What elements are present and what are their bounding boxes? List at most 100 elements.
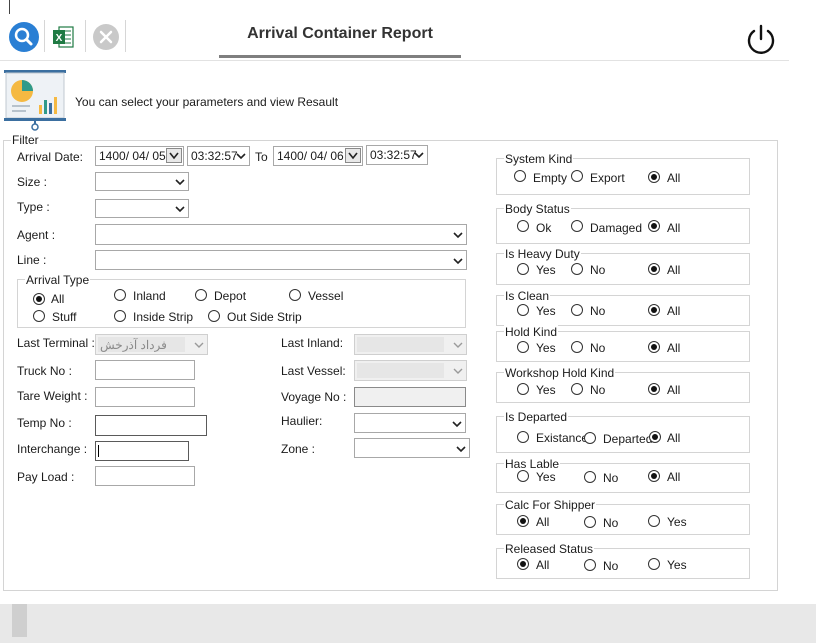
released-status-yes-radio[interactable] (648, 558, 660, 570)
is-departed-existance-label: Existance (536, 431, 589, 445)
arrival-type-inland-radio[interactable] (114, 289, 126, 301)
date-to-dropdown[interactable] (345, 148, 361, 163)
arrival-type-all-label: All (51, 292, 65, 306)
right-margin (789, 0, 816, 604)
chevron-down-icon (453, 258, 463, 265)
is-heavy-duty-all-radio[interactable] (648, 263, 660, 275)
voyage-no-input[interactable] (354, 387, 466, 407)
released-status-all-label: All (536, 558, 550, 572)
zone-select[interactable] (354, 438, 470, 458)
last-terminal-select[interactable]: فرداد آذرخش (95, 334, 208, 355)
body-status-ok-radio[interactable] (517, 220, 529, 232)
search-button[interactable] (8, 21, 40, 53)
date-from-picker[interactable]: 1400/ 04/ 05 (95, 146, 184, 166)
line-select[interactable] (95, 250, 467, 270)
hold-kind-yes-radio[interactable] (517, 341, 529, 353)
chevron-down-icon (194, 342, 204, 348)
released-status-no-radio[interactable] (584, 559, 596, 571)
system-kind-empty-radio[interactable] (514, 170, 526, 182)
arrival-type-depot-radio[interactable] (195, 289, 207, 301)
is-heavy-duty-no-radio[interactable] (571, 263, 583, 275)
calc-for-shipper-yes-label: Yes (667, 515, 687, 529)
has-lable-no-radio[interactable] (584, 471, 596, 483)
arrival-type-out-side-strip-radio[interactable] (208, 310, 220, 322)
has-lable-all-radio[interactable] (648, 470, 660, 482)
arrival-type-vessel-radio[interactable] (289, 289, 301, 301)
export-excel-button[interactable]: X (49, 21, 81, 53)
calc-for-shipper-no-radio[interactable] (584, 516, 596, 528)
has-lable-all-label: All (667, 470, 681, 484)
temp-no-input[interactable] (95, 415, 207, 436)
arrival-type-stuff-radio[interactable] (33, 310, 45, 322)
hold-kind-all-radio[interactable] (648, 341, 660, 353)
calc-for-shipper-yes-radio[interactable] (648, 515, 660, 527)
is-clean-yes-radio[interactable] (517, 304, 529, 316)
is-clean-yes-label: Yes (536, 304, 556, 318)
last-vessel-select[interactable] (354, 360, 467, 381)
body-status-title: Body Status (504, 202, 571, 216)
chevron-down-icon (456, 446, 466, 453)
power-button[interactable] (744, 22, 778, 56)
body-status-all-label: All (667, 221, 681, 235)
power-icon (747, 24, 775, 54)
date-from-dropdown[interactable] (166, 148, 182, 163)
time-to-picker[interactable]: 03:32:57 (366, 145, 428, 165)
is-departed-title: Is Departed (504, 410, 569, 424)
tare-weight-input[interactable] (95, 387, 195, 407)
is-clean-all-radio[interactable] (648, 304, 660, 316)
haulier-select[interactable] (354, 413, 466, 433)
is-heavy-duty-yes-radio[interactable] (517, 263, 529, 275)
pay-load-label: Pay Load : (17, 470, 75, 484)
workshop-hold-kind-no-radio[interactable] (571, 383, 583, 395)
system-kind-all-radio[interactable] (648, 171, 660, 183)
close-button[interactable] (90, 21, 122, 53)
pay-load-input[interactable] (95, 466, 195, 486)
released-status-title: Released Status (504, 542, 595, 556)
type-select[interactable] (95, 199, 189, 218)
temp-no-label: Temp No : (17, 416, 72, 430)
time-from-picker[interactable]: 03:32:57 (187, 146, 250, 166)
is-departed-departed-radio[interactable] (584, 432, 596, 444)
chevron-down-icon (452, 421, 462, 428)
released-status-all-radio[interactable] (517, 558, 529, 570)
bottom-panel-handle[interactable] (12, 604, 27, 637)
truck-no-input[interactable] (95, 360, 195, 380)
workshop-hold-kind-all-radio[interactable] (648, 383, 660, 395)
system-kind-empty-label: Empty (533, 171, 568, 185)
arrival-date-label: Arrival Date: (17, 150, 84, 164)
calc-for-shipper-no-label: No (603, 516, 619, 530)
presentation-chart-icon (2, 67, 68, 131)
chevron-down-icon (453, 232, 463, 239)
body-status-all-radio[interactable] (648, 220, 660, 232)
size-select[interactable] (95, 172, 189, 191)
arrival-type-all-radio[interactable] (33, 293, 45, 305)
date-to-picker[interactable]: 1400/ 04/ 06 (273, 146, 363, 166)
filter-legend: Filter (11, 133, 40, 147)
chevron-down-icon (236, 153, 246, 160)
agent-label: Agent : (17, 228, 56, 242)
last-inland-select[interactable] (354, 334, 467, 355)
system-kind-all-label: All (667, 171, 681, 185)
close-icon (93, 24, 119, 50)
workshop-hold-kind-title: Workshop Hold Kind (504, 366, 616, 380)
zone-label: Zone : (281, 442, 316, 456)
excel-icon: X (53, 26, 74, 48)
has-lable-yes-radio[interactable] (517, 470, 529, 482)
is-departed-all-radio[interactable] (649, 431, 661, 443)
size-label: Size : (17, 175, 48, 189)
interchange-input[interactable] (95, 441, 189, 461)
body-status-damaged-radio[interactable] (571, 220, 583, 232)
agent-select[interactable] (95, 224, 467, 245)
calc-for-shipper-all-radio[interactable] (517, 515, 529, 527)
workshop-hold-kind-yes-radio[interactable] (517, 383, 529, 395)
arrival-type-inland-label: Inland (133, 289, 166, 303)
hold-kind-no-radio[interactable] (571, 341, 583, 353)
arrival-type-inside-strip-radio[interactable] (114, 310, 126, 322)
haulier-label: Haulier: (281, 414, 323, 428)
is-clean-no-radio[interactable] (571, 304, 583, 316)
window-edge-mark (9, 0, 10, 14)
has-lable-yes-label: Yes (536, 470, 556, 484)
is-departed-existance-radio[interactable] (517, 431, 529, 443)
system-kind-export-radio[interactable] (571, 170, 583, 182)
text-cursor (98, 445, 99, 457)
